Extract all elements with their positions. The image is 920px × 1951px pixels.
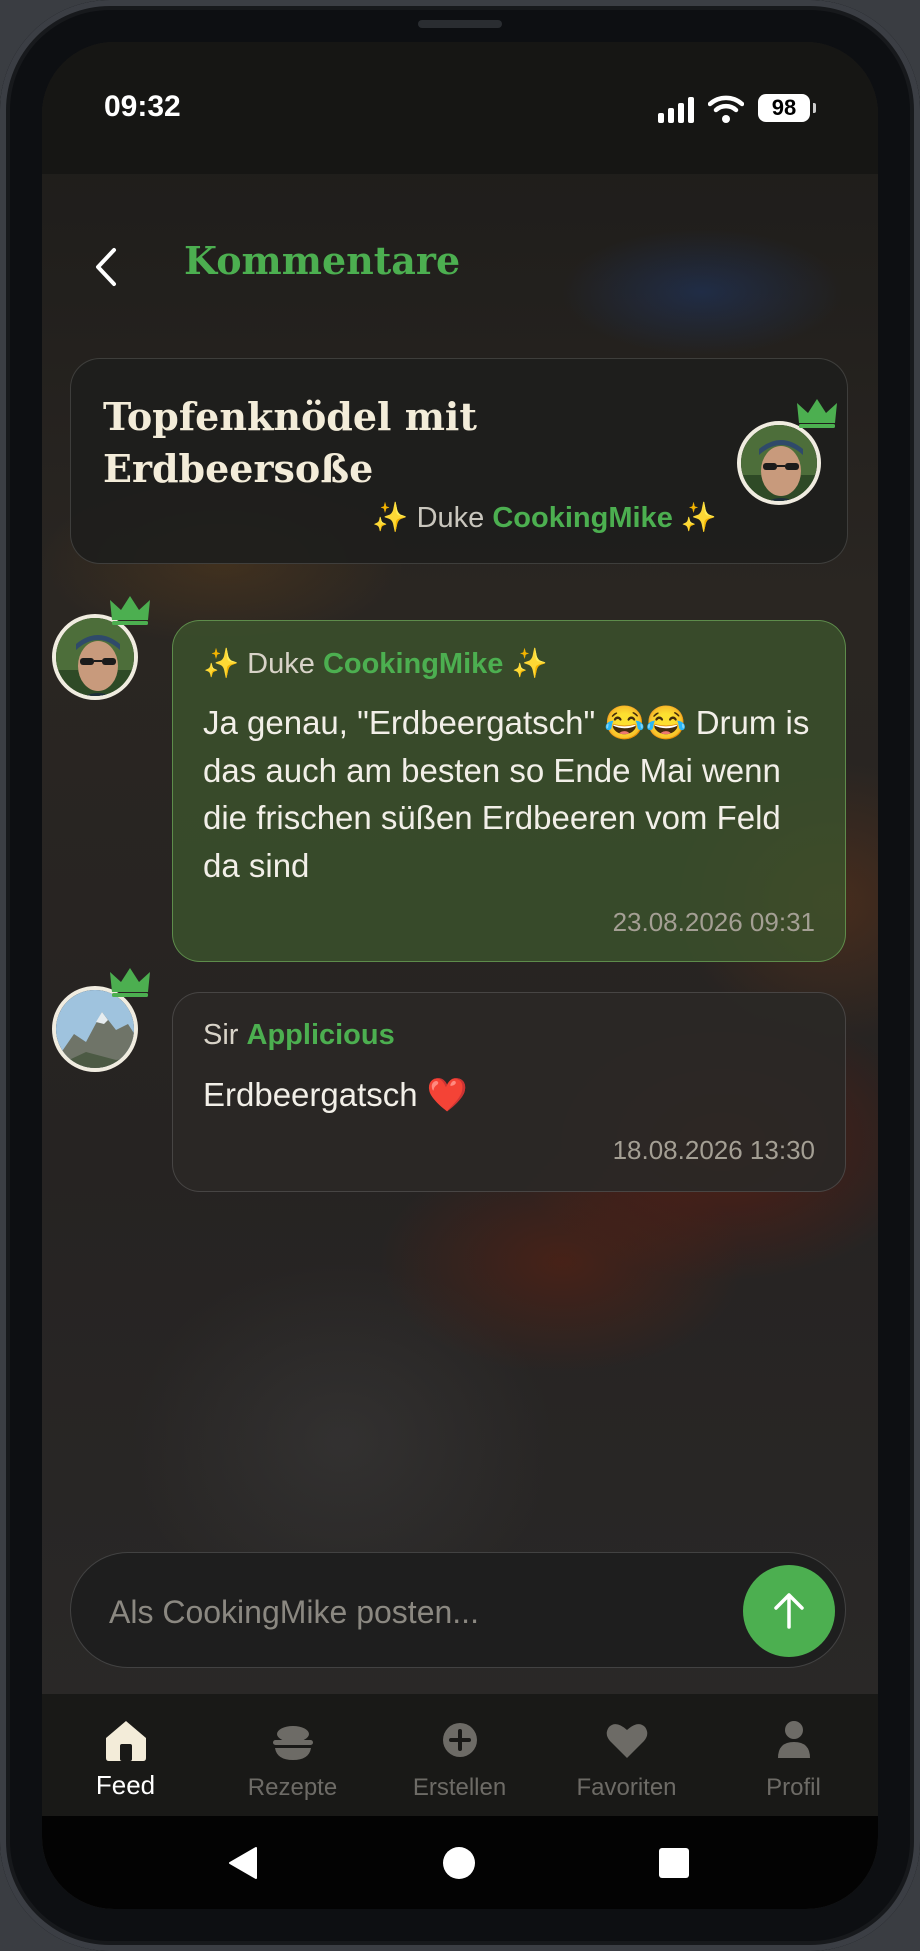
back-arrow-icon[interactable] <box>82 242 132 292</box>
comment-bubble[interactable]: ✨ Duke CookingMike ✨ Ja genau, "Erdbeerg… <box>172 620 846 962</box>
person-icon <box>778 1721 810 1758</box>
author-name: Applicious <box>246 1019 395 1051</box>
arrow-up-icon <box>774 1593 804 1629</box>
comment-date: 23.08.2026 09:31 <box>612 907 815 937</box>
home-icon <box>106 1721 146 1761</box>
author-name: CookingMike <box>322 648 504 680</box>
crown-icon <box>110 968 150 997</box>
page-title: Kommentare <box>184 238 461 283</box>
recipe-title: Topfenknödel mit Erdbeersoße <box>103 394 477 491</box>
nav-item-favoriten[interactable]: Favoriten <box>543 1694 710 1816</box>
comment-text: Erdbeergatsch ❤️ <box>203 1076 468 1113</box>
author-prefix: ✨ Duke <box>372 502 485 534</box>
avatar[interactable] <box>737 421 821 505</box>
comment-author[interactable]: ✨ Duke CookingMike ✨ <box>203 647 548 681</box>
recipe-author[interactable]: ✨ Duke CookingMike ✨ <box>372 501 717 535</box>
author-suffix: ✨ <box>680 502 717 534</box>
plus-circle-icon <box>443 1723 477 1757</box>
send-button[interactable] <box>743 1565 835 1657</box>
comment-bubble[interactable]: Sir Applicious Erdbeergatsch ❤️ 18.08.20… <box>172 992 846 1192</box>
comment-author[interactable]: Sir Applicious <box>203 1019 395 1052</box>
nav-item-feed[interactable]: Feed <box>42 1694 209 1816</box>
nav-label: Profil <box>766 1774 821 1801</box>
nav-label: Feed <box>95 1770 156 1800</box>
nav-item-profil[interactable]: Profil <box>710 1694 877 1816</box>
system-home-icon[interactable] <box>442 1846 476 1880</box>
comment-input[interactable] <box>107 1581 711 1643</box>
author-suffix: ✨ <box>511 648 548 680</box>
crown-icon <box>110 596 150 625</box>
wifi-icon <box>708 95 744 123</box>
comment-composer <box>70 1552 846 1668</box>
signal-icon <box>658 97 698 123</box>
bottom-nav: Feed Rezepte Erstellen Favoriten Profil <box>42 1694 878 1816</box>
author-name: CookingMike <box>492 502 673 534</box>
comment-date: 18.08.2026 13:30 <box>612 1135 815 1165</box>
nav-item-rezepte[interactable]: Rezepte <box>209 1694 376 1816</box>
recipe-card[interactable]: Topfenknödel mit Erdbeersoße ✨ Duke Cook… <box>70 358 848 564</box>
author-prefix: ✨ Duke <box>203 648 315 680</box>
crown-icon <box>797 399 837 428</box>
heart-icon <box>606 1724 648 1758</box>
system-back-icon[interactable] <box>226 1846 260 1880</box>
battery-indicator: 98 <box>758 94 816 122</box>
speaker-grille <box>418 20 502 28</box>
nav-label: Erstellen <box>412 1774 507 1801</box>
screen: 09:32 98 Kommentare Topfenknödel mit Erd… <box>42 42 878 1909</box>
nav-label: Rezepte <box>247 1774 338 1801</box>
author-prefix: Sir <box>203 1019 239 1051</box>
status-bar: 09:32 98 <box>42 42 878 174</box>
phone-frame: 09:32 98 Kommentare Topfenknödel mit Erd… <box>0 0 920 1951</box>
nav-item-erstellen[interactable]: Erstellen <box>376 1694 543 1816</box>
comment-text: Ja genau, "Erdbeergatsch" 😂😂 Drum is das… <box>203 704 810 884</box>
bowl-icon <box>273 1726 313 1760</box>
system-recents-icon[interactable] <box>658 1847 690 1879</box>
system-nav-bar <box>42 1816 878 1909</box>
nav-label: Favoriten <box>576 1774 677 1801</box>
status-time: 09:32 <box>104 90 181 123</box>
